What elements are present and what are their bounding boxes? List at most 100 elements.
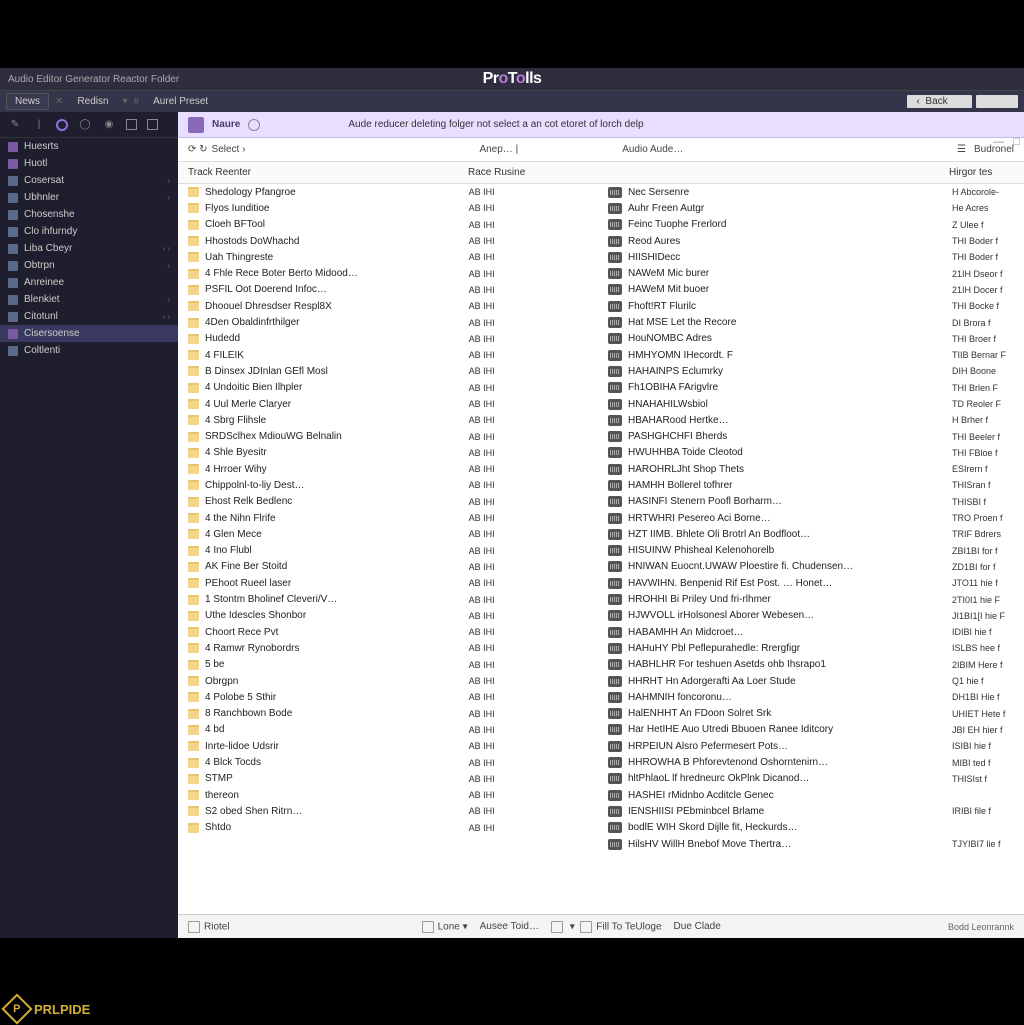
audio-row[interactable]: HilsHV WillH Bnebof Move Thertra…TJYIBI7…: [598, 836, 1024, 852]
audio-row[interactable]: HIISHIDeccTHI Boder f: [598, 249, 1024, 265]
toolbar-search2[interactable]: [976, 95, 1018, 108]
line-icon[interactable]: |: [32, 118, 46, 132]
audio-row[interactable]: HalENHHT An FDoon Solret SrkUHIET Hete f: [598, 706, 1024, 722]
audio-row[interactable]: HWUHHBA Toide CleotodTHI FBloe f: [598, 445, 1024, 461]
sidebar-item-11[interactable]: Cisersoense: [0, 325, 178, 342]
folder-row[interactable]: 1 Stontm Bholinef Cleveri/V…AB IHI: [178, 591, 598, 607]
target-icon[interactable]: ◉: [102, 118, 116, 132]
audio-row[interactable]: HISUINW Phisheal KelenohorelbZBI1BI for …: [598, 543, 1024, 559]
audio-row[interactable]: HAHuHY Pbl Peflepurahedle: RrergfigrISLB…: [598, 640, 1024, 656]
folder-row[interactable]: thereonAB IHI: [178, 787, 598, 803]
crumb-audio[interactable]: Audio Aude…: [622, 144, 683, 155]
sidebar-item-9[interactable]: Blenkiet›: [0, 291, 178, 308]
audio-row[interactable]: HASHEI rMidnbo Acditcle Genec: [598, 787, 1024, 803]
audio-row[interactable]: PASHGHCHFI BherdsTHI Beeler f: [598, 428, 1024, 444]
audio-row[interactable]: Fh1OBIHA FArigvlreTHI Brlen F: [598, 380, 1024, 396]
folder-row[interactable]: 4 bdAB IHI: [178, 722, 598, 738]
audio-row[interactable]: HHROWHA B Phforevtenond Oshorntenirn…MIB…: [598, 754, 1024, 770]
audio-row[interactable]: HAHMNIH foncoronu…DH1BI Hie f: [598, 689, 1024, 705]
folder-row[interactable]: 4 Polobe 5 SthirAB IHI: [178, 689, 598, 705]
audio-row[interactable]: HJWVOLL irHolsonesl Aborer Webesen…JI1BI…: [598, 608, 1024, 624]
status-item-4[interactable]: Due Clade: [674, 921, 721, 932]
header-kind[interactable]: Race Rusine: [468, 167, 598, 178]
audio-row[interactable]: Reod AuresTHI Boder f: [598, 233, 1024, 249]
toolbar-preset[interactable]: Aurel Preset: [145, 94, 216, 109]
audio-row[interactable]: HZT IIMB. Bhlete Oli Brotrl An Bodfloot……: [598, 526, 1024, 542]
audio-row[interactable]: HAWeM Mit buoer21IH Docer f: [598, 282, 1024, 298]
sidebar-item-1[interactable]: Huotl: [0, 155, 178, 172]
sidebar-item-2[interactable]: Cosersat›: [0, 172, 178, 189]
audio-row[interactable]: Hat MSE Let the RecoreDI Brora f: [598, 314, 1024, 330]
folder-row[interactable]: PSFIL Oot Doerend Infoc…AB IHI: [178, 282, 598, 298]
sidebar-item-7[interactable]: Obtrpn›: [0, 257, 178, 274]
folder-row[interactable]: Shedology PfangroeAB IHI: [178, 184, 598, 200]
folder-row[interactable]: Dhoouel Dhresdser Respl8XAB IHI: [178, 298, 598, 314]
folder-row[interactable]: 4 Hrroer WihyAB IHI: [178, 461, 598, 477]
sidebar-item-4[interactable]: Chosenshe: [0, 206, 178, 223]
audio-row[interactable]: Har HetIHE Auo Utredi Bbuoen Ranee Iditc…: [598, 722, 1024, 738]
folder-row[interactable]: S2 obed Shen Ritrn…AB IHI: [178, 803, 598, 819]
audio-row[interactable]: HNIWAN Euocnt.UWAW Ploestire fi. Chudens…: [598, 559, 1024, 575]
audio-row[interactable]: HNAHAHILWsbiolTD Reoler F: [598, 396, 1024, 412]
folder-row[interactable]: B Dinsex JDInlan GEfl MoslAB IHI: [178, 363, 598, 379]
folder-row[interactable]: AK Fine Ber StoitdAB IHI: [178, 559, 598, 575]
audio-row[interactable]: HRTWHRI Pesereo Aci Borne…TRO Proen f: [598, 510, 1024, 526]
sidebar-item-3[interactable]: Ubhnler›: [0, 189, 178, 206]
folder-row[interactable]: 4 Uul Merle ClaryerAB IHI: [178, 396, 598, 412]
audio-row[interactable]: bodlE WIH Skord Dijlle fit, Heckurds…: [598, 820, 1024, 836]
sidebar-item-5[interactable]: Clo ihfurndy: [0, 223, 178, 240]
folder-row[interactable]: Cloeh BFToolAB IHI: [178, 217, 598, 233]
folder-row[interactable]: 4 Fhle Rece Boter Berto Midood…AB IHI: [178, 265, 598, 281]
folder-row[interactable]: STMPAB IHI: [178, 771, 598, 787]
folder-row[interactable]: 4 Undoitic Bien IlhplerAB IHI: [178, 380, 598, 396]
audio-row[interactable]: HAMHH Bollerel tofhrerTHISran f: [598, 477, 1024, 493]
folder-row[interactable]: 4Den ObaldinfrthilgerAB IHI: [178, 314, 598, 330]
audio-row[interactable]: Nec SersenreH Abcorole-: [598, 184, 1024, 200]
folder-row[interactable]: 4 Glen MeceAB IHI: [178, 526, 598, 542]
audio-row[interactable]: Auhr Freen AutgrHe Acres: [598, 200, 1024, 216]
folder-row[interactable]: 5 beAB IHI: [178, 657, 598, 673]
pencil-icon[interactable]: ✎: [8, 118, 22, 132]
folder-row[interactable]: 4 Sbrg FlihsleAB IHI: [178, 412, 598, 428]
folder-row[interactable]: Uah ThingresteAB IHI: [178, 249, 598, 265]
sidebar-item-12[interactable]: Coltlenti: [0, 342, 178, 359]
sidebar-item-6[interactable]: Liba Cbeyr› ›: [0, 240, 178, 257]
folder-row[interactable]: Choort Rece PvtAB IHI: [178, 624, 598, 640]
audio-row[interactable]: Feinc Tuophe FrerlordZ Ulee f: [598, 217, 1024, 233]
folder-row[interactable]: Uthe Idescles ShonborAB IHI: [178, 608, 598, 624]
audio-row[interactable]: HASINFI Stenern Poofl Borharm…THISBI f: [598, 494, 1024, 510]
audio-row[interactable]: HBAHARood Hertke…H Brher f: [598, 412, 1024, 428]
audio-row[interactable]: NAWeM Mic burer21IH Dseor f: [598, 265, 1024, 281]
audio-row[interactable]: HABHLHR For teshuen Asetds ohb Ihsrapo12…: [598, 657, 1024, 673]
folder-row[interactable]: 4 FILEIKAB IHI: [178, 347, 598, 363]
box-icon[interactable]: [147, 119, 158, 130]
status-item-3[interactable]: ▾ Fill To TeUloge: [551, 921, 662, 933]
audio-row[interactable]: HMHYOMN IHecordt. FTIIB Bernar F: [598, 347, 1024, 363]
crumb-mid[interactable]: Anep… |: [479, 144, 518, 155]
toolbar-news[interactable]: News: [6, 93, 49, 110]
folder-row[interactable]: Chippolnl-to-liy Dest…AB IHI: [178, 477, 598, 493]
folder-row[interactable]: ObrgpnAB IHI: [178, 673, 598, 689]
audio-row[interactable]: HAROHRLJht Shop ThetsESIrern f: [598, 461, 1024, 477]
header-name[interactable]: Track Reenter: [178, 167, 468, 178]
folder-row[interactable]: SRDSclhex MdiouWG BelnalinAB IHI: [178, 428, 598, 444]
folder-row[interactable]: 4 Shle ByesitrAB IHI: [178, 445, 598, 461]
status-item-2[interactable]: Ausee Toid…: [480, 921, 539, 932]
circle-icon[interactable]: ◯: [78, 118, 92, 132]
folder-row[interactable]: 4 Ino FlublAB IHI: [178, 543, 598, 559]
header-size[interactable]: Hirgor tes: [949, 167, 1024, 178]
audio-row[interactable]: hltPhlaoL lf hredneurc OkPlnk Dicanod…TH…: [598, 771, 1024, 787]
grid-icon[interactable]: [126, 119, 137, 130]
folder-row[interactable]: 8 Ranchbown BodeAB IHI: [178, 706, 598, 722]
audio-row[interactable]: HouNOMBC AdresTHI Broer f: [598, 331, 1024, 347]
sidebar-item-10[interactable]: Citotunl› ›: [0, 308, 178, 325]
audio-row[interactable]: HRPEIUN Alsro Pefermesert Pots…ISIBI hie…: [598, 738, 1024, 754]
folder-row[interactable]: ShtdoAB IHI: [178, 820, 598, 836]
status-item-1[interactable]: Lone ▾: [422, 921, 468, 933]
crumb-path[interactable]: Select ›: [212, 144, 246, 155]
audio-row[interactable]: IENSHIISI PEbminbcel BrlameIRIBI file f: [598, 803, 1024, 819]
sidebar-item-0[interactable]: Huesrts: [0, 138, 178, 155]
folder-row[interactable]: Inrte-lidoe UdsrirAB IHI: [178, 738, 598, 754]
audio-row[interactable]: HAVWIHN. Benpenid Rif Est Post. … Honet……: [598, 575, 1024, 591]
audio-row[interactable]: HHRHT Hn Adorgerafti Aa Loer StudeQ1 hie…: [598, 673, 1024, 689]
